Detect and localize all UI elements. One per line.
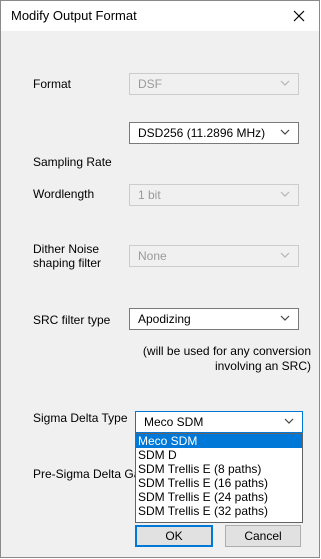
src-note: (will be used for any conversion involvi… [121,344,311,374]
dropdown-option[interactable]: SDM Trellis E (16 paths) [136,476,302,490]
chevron-down-icon [280,189,290,199]
pre-sigma-delta-gain-label: Pre-Sigma Delta Ga [33,467,141,481]
src-filter-select[interactable]: Apodizing [129,308,299,330]
sampling-rate-value: DSD256 (11.2896 MHz) [138,126,266,140]
chevron-down-icon [280,313,290,323]
window-title: Modify Output Format [11,8,137,23]
title-bar: Modify Output Format [1,1,319,31]
src-filter-label: SRC filter type [33,313,111,327]
ok-button[interactable]: OK [135,525,213,547]
dropdown-option[interactable]: SDM Trellis E (24 paths) [136,490,302,504]
wordlength-select: 1 bit [129,184,299,206]
dither-value: None [138,249,167,263]
src-note-line1: (will be used for any conversion [142,344,311,358]
wordlength-label: Wordlength [33,187,95,201]
sampling-rate-select[interactable]: DSD256 (11.2896 MHz) [129,122,299,144]
dropdown-option[interactable]: Meco SDM [136,434,302,448]
dropdown-option[interactable]: SDM Trellis E (8 paths) [136,462,302,476]
dither-label-line2: shaping filter [33,256,102,270]
format-select: DSF [129,73,299,95]
format-label: Format [33,77,72,91]
src-note-line2: involving an SRC) [214,359,311,373]
format-value: DSF [138,77,162,91]
sigma-delta-select[interactable]: Meco SDM [135,411,303,433]
chevron-down-icon [280,250,290,260]
sampling-rate-label: Sampling Rate [33,155,112,169]
dither-select: None [129,245,299,267]
cancel-button[interactable]: Cancel [225,525,301,547]
sigma-delta-dropdown-list: Meco SDM SDM D SDM Trellis E (8 paths) S… [135,433,303,523]
sigma-delta-label: Sigma Delta Type [33,411,128,425]
dropdown-option[interactable]: SDM D [136,448,302,462]
dither-label-line1: Dither Noise [33,242,100,256]
dropdown-option[interactable]: SDM Trellis E (32 paths) [136,504,302,518]
close-icon[interactable] [279,1,319,31]
src-filter-value: Apodizing [138,312,191,326]
chevron-down-icon [280,127,290,137]
chevron-down-icon [280,78,290,88]
modify-output-format-dialog: Modify Output Format Format DSF Sampling… [0,0,320,558]
chevron-down-icon [284,416,294,426]
wordlength-value: 1 bit [138,188,161,202]
sigma-delta-value: Meco SDM [144,415,204,429]
